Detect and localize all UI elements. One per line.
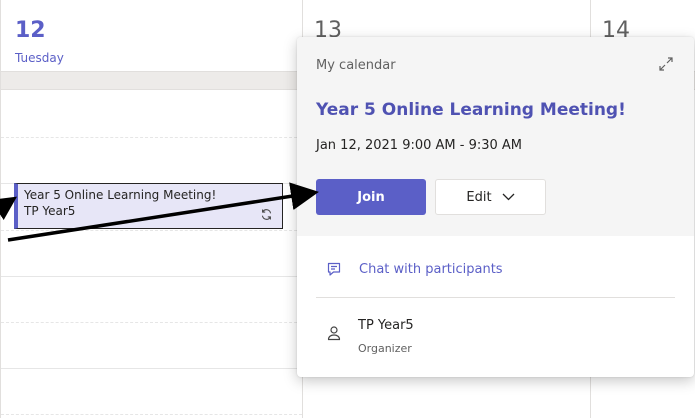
chat-icon	[327, 262, 341, 276]
edit-button[interactable]: Edit	[435, 179, 546, 215]
join-button[interactable]: Join	[316, 179, 426, 215]
half-hour-line	[1, 322, 302, 323]
calendar-event[interactable]: Year 5 Online Learning Meeting! TP Year5	[14, 183, 283, 229]
day-name: Tuesday	[15, 51, 64, 65]
all-day-band[interactable]	[1, 71, 302, 90]
half-hour-line	[1, 230, 302, 231]
organizer-role: Organizer	[358, 342, 412, 355]
expand-icon[interactable]	[657, 55, 675, 73]
chevron-down-icon	[502, 193, 515, 201]
half-hour-line	[1, 137, 302, 138]
meeting-title: Year 5 Online Learning Meeting!	[316, 100, 626, 120]
divider	[316, 297, 675, 298]
organizer-name: TP Year5	[358, 318, 414, 333]
recurring-icon	[261, 209, 272, 220]
edit-button-label: Edit	[466, 189, 492, 205]
person-icon	[327, 326, 341, 341]
half-hour-line	[1, 414, 302, 415]
join-button-label: Join	[357, 189, 385, 205]
event-title: Year 5 Online Learning Meeting!	[24, 188, 217, 202]
hour-line	[1, 368, 302, 369]
chat-label: Chat with participants	[359, 261, 503, 277]
meeting-time: Jan 12, 2021 9:00 AM - 9:30 AM	[316, 138, 523, 153]
day-number[interactable]: 12	[15, 18, 46, 44]
meeting-popover: My calendar Year 5 Online Learning Meeti…	[297, 37, 694, 377]
calendar-label: My calendar	[316, 58, 396, 73]
hour-line	[1, 276, 302, 277]
event-organizer: TP Year5	[24, 204, 76, 218]
chat-with-participants[interactable]: Chat with participants	[316, 250, 675, 288]
